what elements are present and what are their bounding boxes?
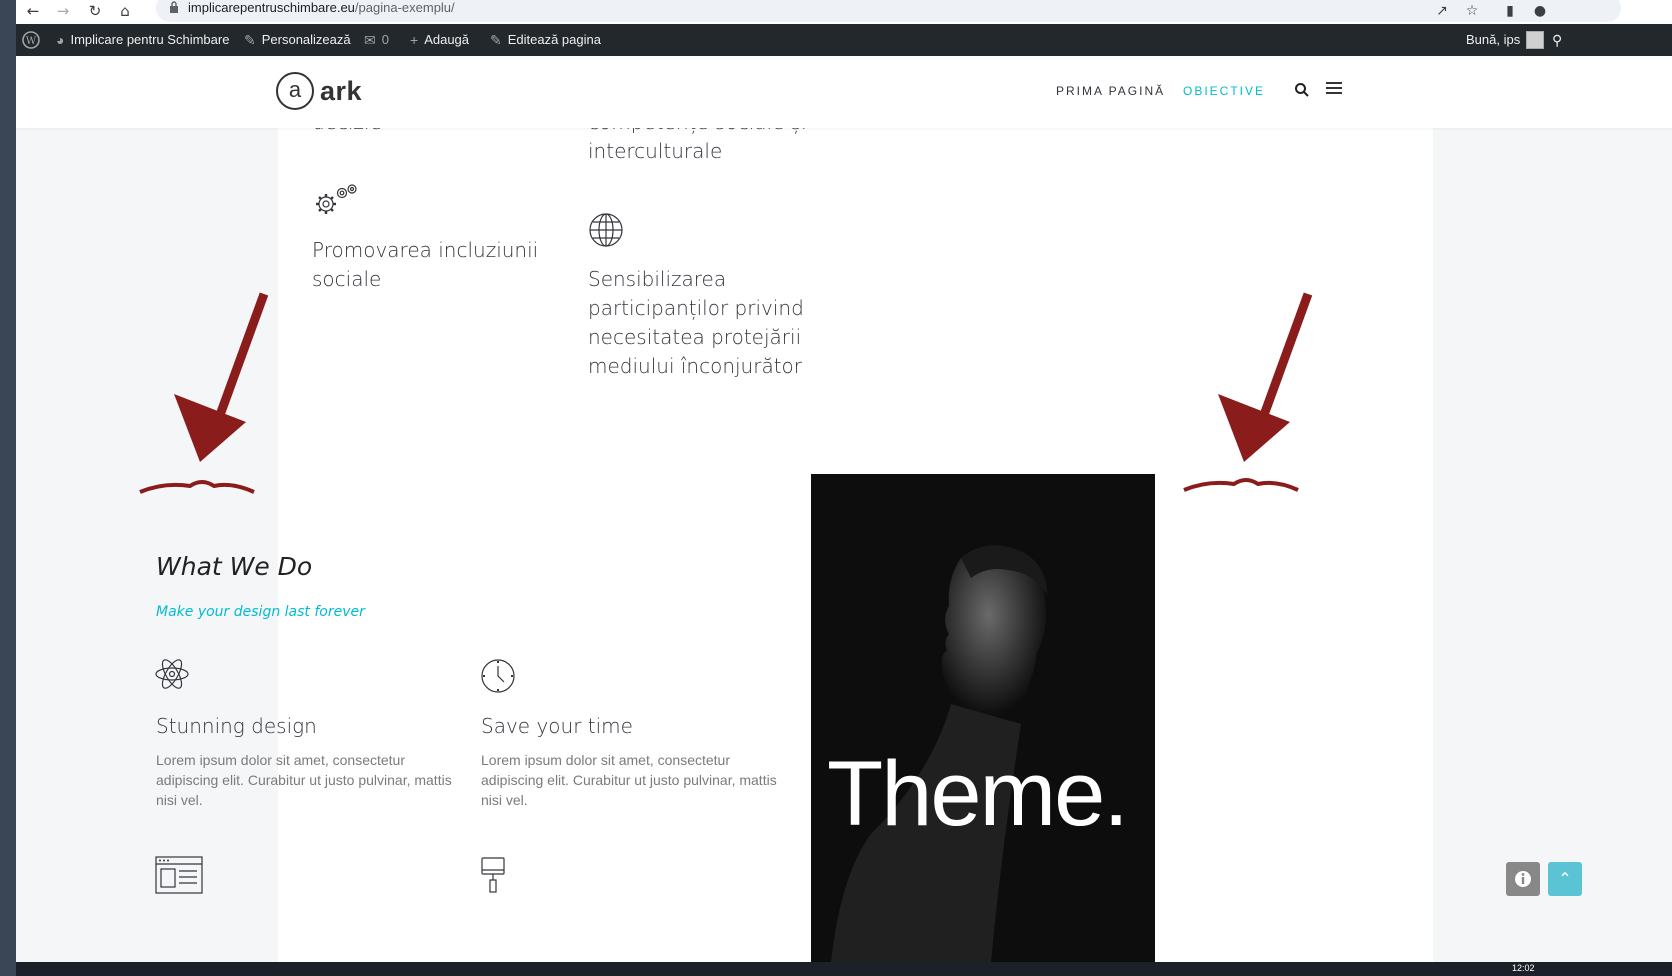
atom-icon (155, 659, 189, 689)
info-button[interactable] (1506, 862, 1540, 896)
wordpress-icon: W (22, 31, 40, 49)
url-text: implicarepentruschimbare.eu/pagina-exemp… (188, 0, 455, 15)
page-viewport: decizie competențe sociale și intercultu… (16, 56, 1672, 962)
objective-inclusion-line1: Promovarea incluziunii (312, 238, 539, 262)
admin-search-icon[interactable]: ⚲ (1552, 24, 1562, 56)
hamburger-menu-icon[interactable] (1326, 82, 1342, 94)
pencil-icon: ✎ (490, 32, 502, 48)
site-header: a ark PRIMA PAGINĂ OBIECTIVE (16, 56, 1672, 128)
nav-item-objectives[interactable]: OBIECTIVE (1183, 84, 1265, 98)
reload-icon[interactable]: ↻ (86, 2, 104, 20)
comment-icon: ✉ (364, 32, 376, 48)
plus-icon: + (410, 32, 419, 48)
gears-icon (316, 184, 357, 214)
theme-caption: Theme. (827, 743, 1129, 845)
wordpress-logo[interactable]: W (22, 24, 40, 56)
site-name-link[interactable]: ◕ Implicare pentru Schimbare (56, 24, 229, 56)
objective-environment-line4: mediului înconjurător (588, 354, 803, 378)
search-icon[interactable] (1294, 82, 1310, 98)
info-icon (1515, 871, 1531, 887)
wp-admin-bar: W ◕ Implicare pentru Schimbare ✎ Persona… (16, 24, 1672, 56)
forward-icon[interactable]: → (54, 2, 72, 20)
my-account-link[interactable]: Bună, ips (1466, 24, 1545, 56)
os-taskbar: 12:02 (16, 962, 1672, 976)
dashboard-icon: ◕ (56, 32, 65, 48)
paint-roller-icon (481, 857, 505, 893)
logo-mark: a (276, 72, 314, 110)
nav-item-home[interactable]: PRIMA PAGINĂ (1056, 84, 1165, 98)
hero-photo: Theme. (811, 474, 1155, 962)
taskbar-clock: 12:02 (1512, 963, 1535, 973)
feature-text: Lorem ipsum dolor sit amet, consectetur … (481, 752, 777, 808)
edit-page-link[interactable]: ✎ Editează pagina (490, 24, 601, 56)
browser-window-icon (155, 856, 203, 894)
section-subheading: Make your design last forever (156, 604, 365, 620)
logo-text: ark (320, 75, 363, 106)
browser-toolbar: ← → ↻ ⌂ implicarepentruschimbare.eu/pagi… (16, 0, 1672, 24)
objective-inclusion-line2: sociale (312, 267, 382, 291)
customize-link[interactable]: ✎ Personalizează (244, 24, 351, 56)
chevron-up-icon: ⌃ (1558, 869, 1572, 888)
back-icon[interactable]: ← (24, 2, 42, 20)
comments-count: 0 (381, 32, 389, 47)
svg-text:W: W (26, 36, 37, 47)
feature-text: Lorem ipsum dolor sit amet, consectetur … (156, 752, 452, 808)
objective-environment-line2: participanților privind (588, 296, 804, 320)
lock-icon (170, 1, 178, 13)
side-panel-icon[interactable]: ▮ (1500, 1, 1520, 21)
home-icon[interactable]: ⌂ (116, 2, 134, 20)
globe-icon (589, 213, 623, 247)
objective-environment-line1: Sensibilizarea (588, 267, 727, 291)
objective-environment-line3: necesitatea protejării (588, 325, 802, 349)
objective-fragment-right-2: interculturale (588, 139, 723, 163)
scroll-to-top-button[interactable]: ⌃ (1548, 862, 1582, 896)
share-icon[interactable]: ↗ (1432, 1, 1452, 21)
feature-title: Stunning design (156, 714, 317, 738)
add-new-link[interactable]: + Adaugă (410, 24, 469, 56)
clock-icon (481, 659, 515, 693)
feature-title: Save your time (481, 714, 633, 738)
comments-link[interactable]: ✉ 0 (364, 24, 389, 56)
brush-icon: ✎ (244, 32, 256, 48)
portrait-image (831, 545, 1047, 962)
site-logo[interactable]: a ark (276, 72, 362, 110)
avatar (1526, 31, 1545, 49)
annotation-arrow-left (139, 292, 269, 494)
section-heading: What We Do (156, 552, 313, 581)
address-bar[interactable]: implicarepentruschimbare.eu/pagina-exemp… (156, 0, 1621, 22)
annotation-arrow-right (1183, 292, 1313, 492)
profile-icon[interactable]: ● (1530, 1, 1550, 21)
bookmark-star-icon[interactable]: ☆ (1462, 1, 1482, 21)
